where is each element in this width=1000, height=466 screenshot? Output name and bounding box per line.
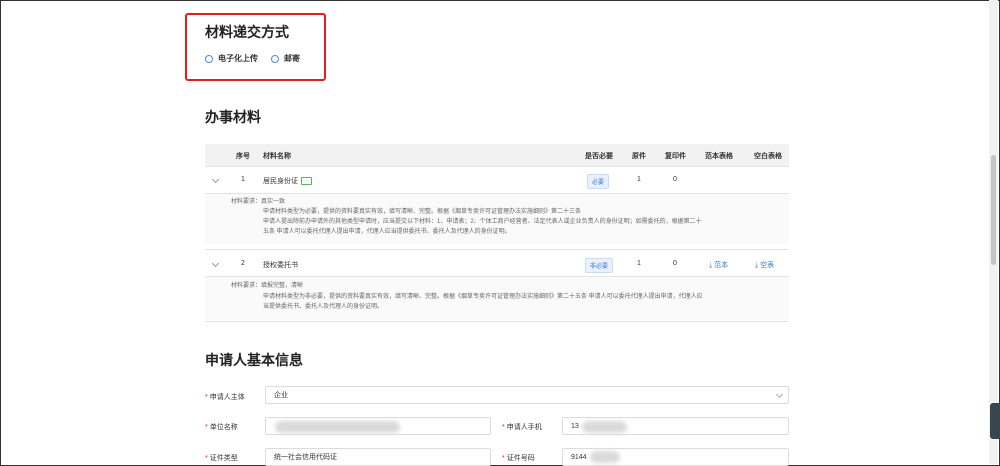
idno-label: * 证件号码 <box>502 455 535 462</box>
radio-mail[interactable]: 邮寄 <box>271 53 300 64</box>
radio-electronic-upload[interactable]: 电子化上传 <box>205 53 258 64</box>
idtype-select[interactable]: 统一社会信用代码证 <box>265 448 491 466</box>
row-index: 2 <box>241 260 245 267</box>
col-template: 范本表格 <box>705 153 733 160</box>
original-count: 1 <box>637 176 641 183</box>
col-copy: 复印件 <box>665 153 686 160</box>
row-divider <box>205 166 789 167</box>
materials-title: 办事材料 <box>205 109 261 125</box>
idtype-label: * 证件类型 <box>205 455 238 462</box>
id-card-icon <box>301 177 312 186</box>
requirement-line: 申请人提出除前办申请外的其他类型申请时，应当提交以下材料：1、申请表；2、个体工… <box>263 219 702 225</box>
col-blank: 空白表格 <box>754 153 782 160</box>
radio-label: 邮寄 <box>284 54 300 63</box>
requirement-line: 材料要求：真实一致 <box>231 199 286 205</box>
material-name: 居民身份证 <box>263 176 312 186</box>
row-divider <box>205 249 789 250</box>
materials-table-header <box>205 144 789 166</box>
redacted-text <box>275 421 400 433</box>
blank-download-link[interactable]: ⤓ 空表 <box>755 260 774 270</box>
radio-circle-icon <box>271 54 279 63</box>
requirement-line: 当提供委托书、委托人及代理人的身份证明。 <box>263 304 384 310</box>
copy-count: 0 <box>673 260 677 267</box>
download-icon: ⤓ <box>709 262 713 269</box>
subject-label: * 申请人主体 <box>205 394 245 401</box>
scrollbar-thumb[interactable] <box>991 155 996 265</box>
redacted-text <box>590 451 620 463</box>
template-download-link[interactable]: ⤓ 范本 <box>709 260 728 270</box>
required-badge: 必要 <box>587 174 610 189</box>
applicant-title: 申请人基本信息 <box>205 352 303 368</box>
col-name: 材料名称 <box>263 153 291 160</box>
company-label: * 单位名称 <box>205 424 238 431</box>
requirement-line: 申请材料类型为非必要，提供的资料要真实有效，填写清晰、完整。根据《烟草专卖许可证… <box>263 294 703 300</box>
radio-circle-icon <box>205 54 213 63</box>
requirement-line: 五条 申请人可以委托代理人提出申请，代理人应当提供委托书、委托人及代理人的身份证… <box>263 229 511 235</box>
copy-count: 0 <box>673 176 677 183</box>
original-count: 1 <box>637 260 641 267</box>
download-icon: ⤓ <box>755 262 759 269</box>
col-index: 序号 <box>236 153 250 160</box>
required-badge: 非必要 <box>585 258 614 273</box>
delivery-title: 材料递交方式 <box>205 24 289 40</box>
material-name: 授权委托书 <box>263 262 298 269</box>
row-divider <box>205 321 789 322</box>
redacted-text <box>582 421 627 433</box>
row-index: 1 <box>241 176 245 183</box>
radio-label: 电子化上传 <box>218 54 258 63</box>
col-required: 是否必要 <box>585 153 613 160</box>
requirement-line: 申请材料类型为必要，提供的资料要真实有效，填写清晰、完整。根据《烟草专卖许可证管… <box>263 209 582 215</box>
requirement-line: 材料要求：填报完整，清晰 <box>231 283 304 289</box>
subject-select[interactable]: 企业 <box>265 386 789 404</box>
phone-label: * 申请人手机 <box>502 424 542 431</box>
col-original: 原件 <box>632 153 646 160</box>
side-tool-widget[interactable] <box>990 403 1000 439</box>
